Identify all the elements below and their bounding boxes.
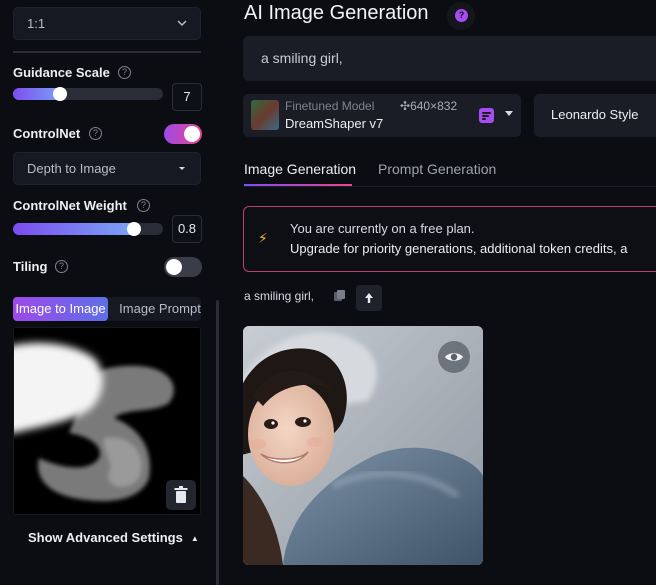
slider-fill <box>13 223 139 235</box>
tab-image-generation[interactable]: Image Generation <box>244 161 356 177</box>
tab-divider <box>243 186 656 187</box>
active-tab-indicator <box>244 184 352 186</box>
model-selector[interactable]: Finetuned Model ✣640×832 DreamShaper v7 <box>243 94 521 137</box>
advanced-settings-label: Show Advanced Settings <box>28 530 183 545</box>
toggle-knob <box>166 259 182 275</box>
view-image-button[interactable] <box>438 341 470 373</box>
prompt-badge-icon[interactable] <box>479 108 494 123</box>
arrow-up-icon <box>365 293 373 303</box>
style-selector[interactable]: Leonardo Style <box>534 94 656 137</box>
show-advanced-settings-button[interactable]: Show Advanced Settings ▲ <box>28 530 199 545</box>
model-thumbnail <box>251 100 279 130</box>
caret-up-icon: ▲ <box>190 534 199 544</box>
aspect-ratio-value: 1:1 <box>27 16 46 31</box>
controlnet-mode-select[interactable]: Depth to Image <box>13 152 201 185</box>
tab-prompt-generation[interactable]: Prompt Generation <box>378 161 496 177</box>
help-icon[interactable]: ? <box>55 260 68 273</box>
upgrade-text: Upgrade for priority generations, additi… <box>290 241 628 256</box>
free-plan-banner <box>243 206 656 272</box>
tiling-toggle[interactable] <box>164 257 202 277</box>
controlnet-weight-value[interactable]: 0.8 <box>172 215 202 243</box>
controlnet-mode-value: Depth to Image <box>27 161 116 176</box>
caret-down-icon <box>179 167 185 170</box>
slider-handle[interactable] <box>53 87 67 101</box>
copy-icon[interactable] <box>333 289 347 303</box>
help-icon: ? <box>455 9 468 22</box>
section-divider <box>13 51 201 53</box>
reuse-prompt-button[interactable] <box>356 285 382 311</box>
guidance-scale-slider[interactable] <box>13 87 163 101</box>
controlnet-weight-slider[interactable] <box>13 222 163 236</box>
tab-image-to-image[interactable]: Image to Image <box>13 297 108 321</box>
lightning-icon: ⚡ <box>258 230 268 246</box>
controlnet-label: ControlNet <box>13 126 81 141</box>
help-icon[interactable]: ? <box>137 199 150 212</box>
model-type-label: Finetuned Model <box>285 99 375 113</box>
image-source-tabs: Image to Image Image Prompt <box>13 297 201 321</box>
tiling-label: Tiling <box>13 259 48 274</box>
guidance-scale-label: Guidance Scale <box>13 65 110 80</box>
tab-image-prompt[interactable]: Image Prompt <box>113 297 207 321</box>
controlnet-weight-label: ControlNet Weight <box>13 198 127 213</box>
move-icon: ✣ <box>400 99 411 113</box>
toggle-knob <box>184 126 200 142</box>
sidebar-scrollbar[interactable] <box>216 300 219 585</box>
slider-handle[interactable] <box>127 222 141 236</box>
model-dimensions: ✣640×832 <box>400 99 458 113</box>
trash-icon <box>174 486 188 503</box>
caret-down-icon <box>505 111 513 116</box>
help-button[interactable]: ? <box>447 2 475 30</box>
controlnet-toggle[interactable] <box>164 124 202 144</box>
generation-prompt: a smiling girl, <box>244 289 315 303</box>
prompt-text: a smiling girl, <box>261 50 343 66</box>
plan-status-text: You are currently on a free plan. <box>290 221 475 236</box>
style-label: Leonardo Style <box>551 107 639 122</box>
chevron-down-icon <box>177 20 187 27</box>
model-name: DreamShaper v7 <box>285 116 384 131</box>
delete-image-button[interactable] <box>166 480 196 510</box>
prompt-input[interactable]: a smiling girl, <box>243 36 656 81</box>
page-title: AI Image Generation <box>244 2 429 24</box>
eye-icon <box>445 353 463 361</box>
settings-sidebar: 1:1 Guidance Scale ? 7 ControlNet ? Dept… <box>0 0 218 585</box>
help-icon[interactable]: ? <box>118 66 131 79</box>
help-icon[interactable]: ? <box>89 127 102 140</box>
guidance-scale-value[interactable]: 7 <box>172 83 202 111</box>
aspect-ratio-select[interactable]: 1:1 <box>13 7 201 40</box>
